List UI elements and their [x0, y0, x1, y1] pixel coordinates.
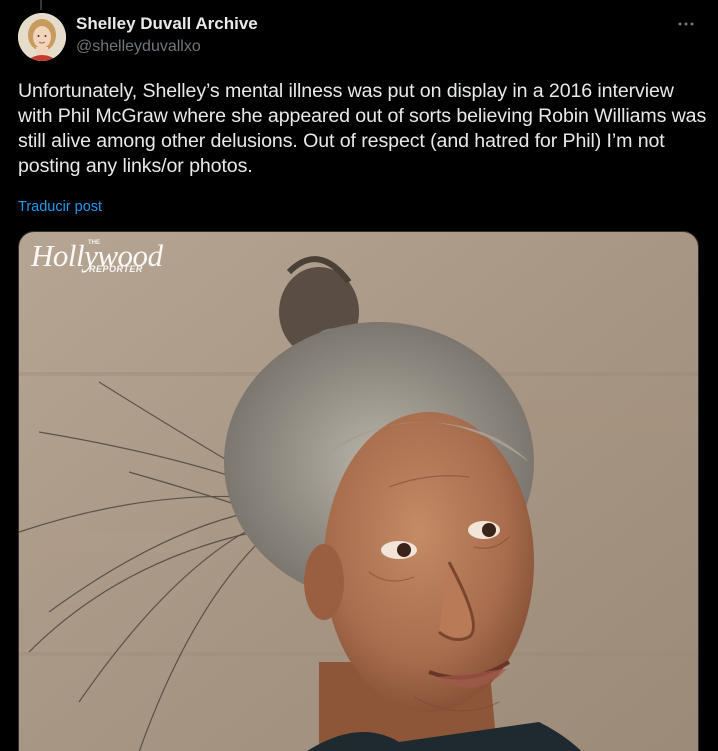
author-display-name[interactable]: Shelley Duvall Archive — [76, 14, 258, 34]
author-handle[interactable]: @shelleyduvallxo — [76, 37, 258, 57]
more-horizontal-icon — [678, 22, 694, 26]
avatar-image — [18, 13, 66, 61]
magazine-logo-the: THE — [88, 240, 100, 246]
post-container: Shelley Duvall Archive @shelleyduvallxo … — [0, 0, 718, 751]
post-header: Shelley Duvall Archive @shelleyduvallxo — [76, 14, 258, 57]
avatar[interactable] — [18, 13, 66, 61]
post-media-image[interactable]: Hollywood THE REPORTER — [18, 231, 699, 751]
translate-post-link[interactable]: Traducir post — [18, 199, 102, 215]
more-options-button[interactable] — [676, 14, 696, 34]
post-text: Unfortunately, Shelley’s mental illness … — [18, 80, 707, 177]
thread-line — [40, 0, 42, 10]
magazine-logo-sub: REPORTER — [89, 264, 143, 274]
portrait-photo — [19, 232, 698, 751]
